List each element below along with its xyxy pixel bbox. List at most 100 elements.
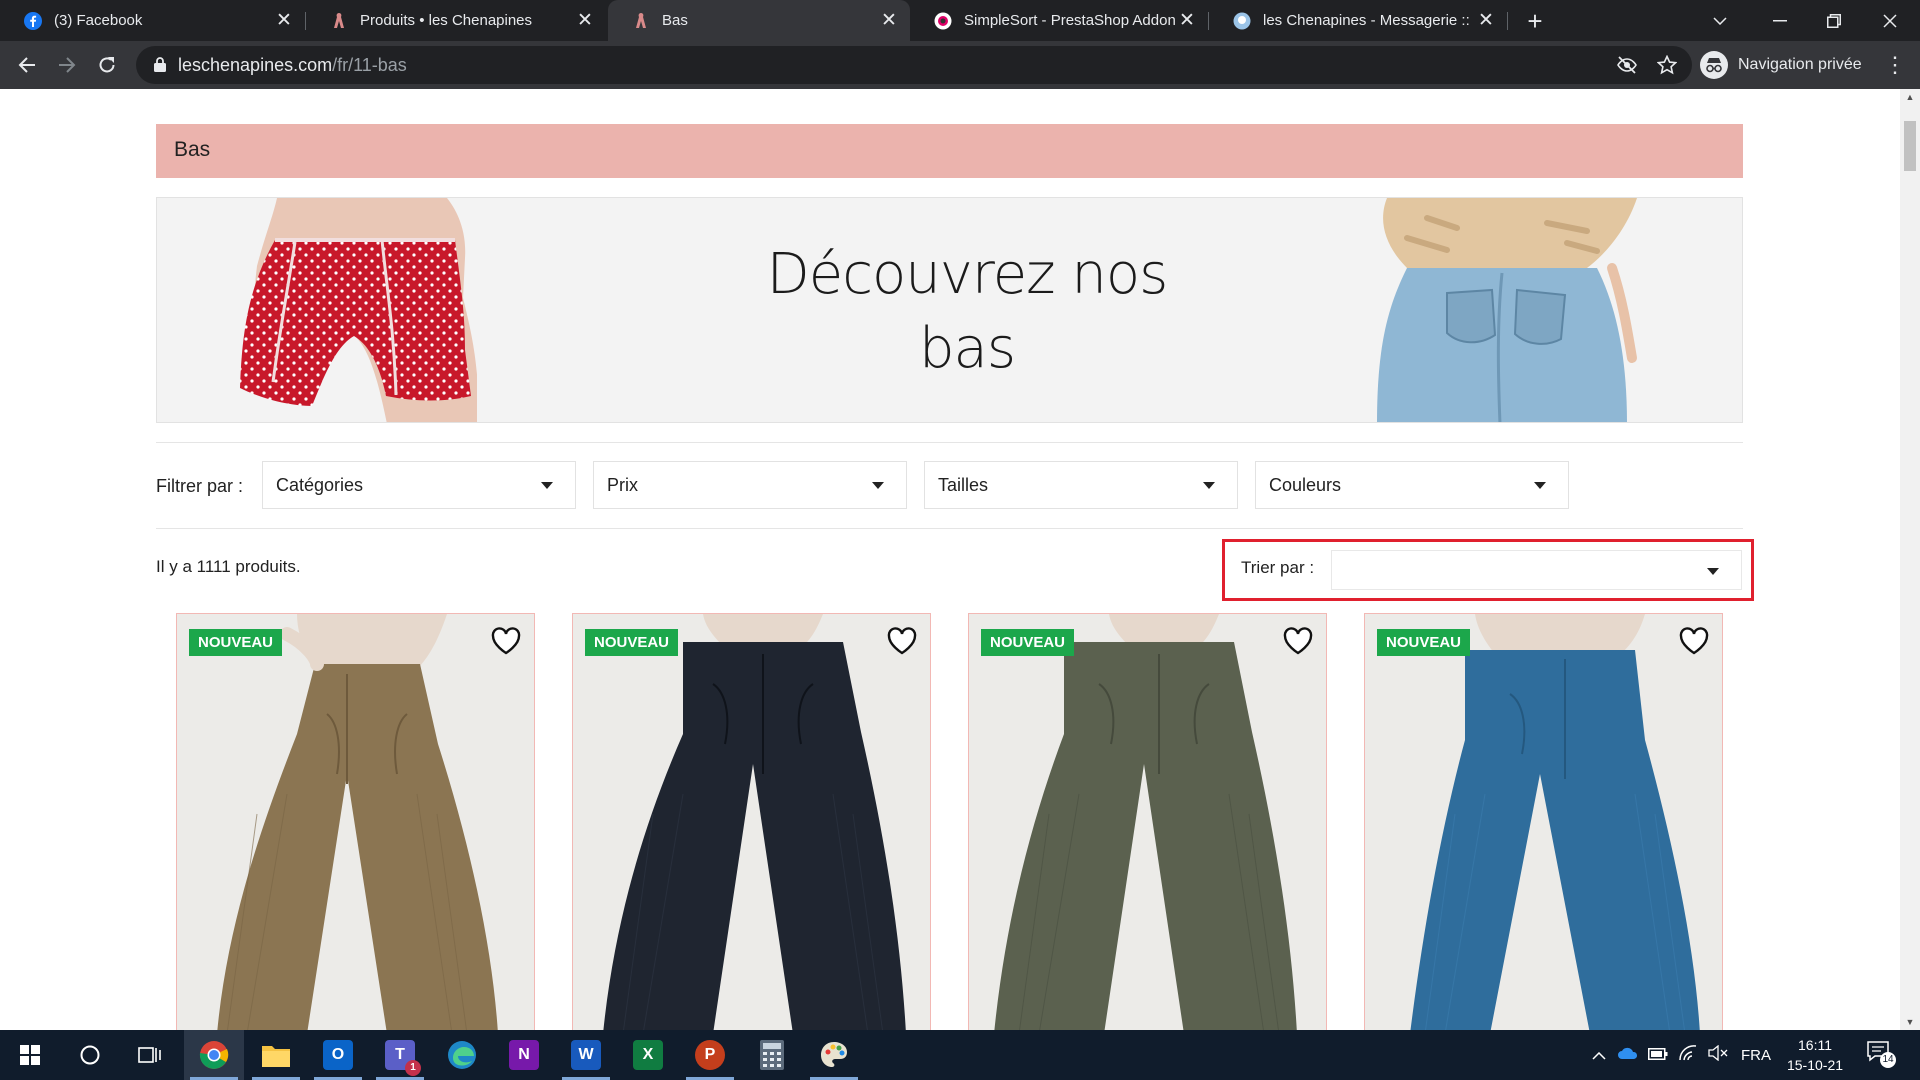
page-scrollbar[interactable]: ▲ ▼ <box>1900 89 1920 1030</box>
filter-tailles-dropdown[interactable]: Tailles <box>924 461 1238 509</box>
system-tray: FRA <box>1585 1030 1779 1080</box>
browser-toolbar: leschenapines.com/fr/11-bas Navigation p… <box>0 41 1920 89</box>
caret-down-icon <box>1534 482 1546 489</box>
banner-headline: Découvrez nos bas <box>697 238 1237 386</box>
clock[interactable]: 16:11 15-10-21 <box>1780 1035 1850 1075</box>
language-indicator[interactable]: FRA <box>1733 1047 1779 1064</box>
clock-date: 15-10-21 <box>1786 1057 1844 1073</box>
file-explorer-icon[interactable] <box>246 1030 306 1080</box>
incognito-label: Navigation privée <box>1738 56 1862 73</box>
close-tab-icon[interactable]: ✕ <box>574 9 596 32</box>
product-card[interactable]: NOUVEAU <box>572 613 931 1033</box>
calculator-icon[interactable] <box>742 1030 802 1080</box>
product-card[interactable]: NOUVEAU <box>968 613 1327 1033</box>
restore-button[interactable] <box>1804 0 1864 41</box>
scroll-down-arrow-icon[interactable]: ▼ <box>1900 1014 1920 1030</box>
red-polka-shorts-image <box>240 198 477 422</box>
outlook-icon[interactable]: O <box>308 1030 368 1080</box>
incognito-icon <box>1700 51 1728 79</box>
address-bar[interactable]: leschenapines.com/fr/11-bas <box>136 46 1692 84</box>
lock-icon[interactable] <box>154 57 166 77</box>
outlook-glyph: O <box>323 1040 353 1070</box>
facebook-icon <box>24 11 42 30</box>
close-tab-icon[interactable]: ✕ <box>273 9 295 32</box>
new-badge: NOUVEAU <box>189 629 283 656</box>
search-circle-icon[interactable] <box>60 1030 120 1080</box>
edge-icon[interactable] <box>432 1030 492 1080</box>
category-title: Bas <box>174 138 211 161</box>
new-tab-button[interactable]: + <box>1520 6 1550 36</box>
tab-produits[interactable]: Produits • les Chenapines ✕ <box>306 0 606 41</box>
category-header: Bas <box>156 124 1743 178</box>
scrollbar-thumb[interactable] <box>1904 121 1916 171</box>
product-image <box>217 614 498 1032</box>
onedrive-cloud-icon[interactable] <box>1613 1046 1643 1064</box>
windows-start-icon[interactable] <box>0 1030 60 1080</box>
screen: (3) Facebook ✕ Produits • les Chenapines… <box>0 0 1920 1080</box>
filter-couleurs-dropdown[interactable]: Couleurs <box>1255 461 1569 509</box>
reload-button[interactable] <box>89 47 125 83</box>
browser-tab-bar: (3) Facebook ✕ Produits • les Chenapines… <box>0 0 1920 41</box>
incognito-indicator[interactable]: Navigation privée <box>1700 47 1862 83</box>
tab-title: les Chenapines - Messagerie :: Bo <box>1263 12 1475 29</box>
filter-prix-dropdown[interactable]: Prix <box>593 461 907 509</box>
divider <box>156 528 1743 529</box>
tab-simplesort[interactable]: SimpleSort - PrestaShop Addons ✕ <box>910 0 1208 41</box>
tab-title: Produits • les Chenapines <box>360 12 533 29</box>
notification-center-icon[interactable]: 14 <box>1866 1040 1900 1070</box>
new-badge: NOUVEAU <box>585 629 679 656</box>
tab-search-chevron-icon[interactable] <box>1690 0 1750 41</box>
scroll-up-arrow-icon[interactable]: ▲ <box>1900 89 1920 105</box>
battery-icon[interactable] <box>1643 1047 1673 1064</box>
filter-label: Filtrer par : <box>156 476 244 496</box>
bookmark-star-icon[interactable] <box>1656 54 1678 76</box>
wishlist-heart-icon[interactable] <box>1282 626 1314 656</box>
powerpoint-glyph: P <box>695 1040 725 1070</box>
forward-button[interactable] <box>49 47 85 83</box>
notification-count: 14 <box>1880 1052 1896 1068</box>
task-view-icon[interactable] <box>120 1030 180 1080</box>
tab-messagerie[interactable]: les Chenapines - Messagerie :: Bo ✕ <box>1209 0 1507 41</box>
close-tab-icon[interactable]: ✕ <box>878 9 900 32</box>
eye-slash-icon[interactable] <box>1616 54 1638 76</box>
jeans-image <box>1377 198 1637 422</box>
chrome-icon[interactable] <box>184 1030 244 1080</box>
excel-icon[interactable]: X <box>618 1030 678 1080</box>
product-card[interactable]: NOUVEAU <box>176 613 535 1033</box>
excel-glyph: X <box>633 1040 663 1070</box>
back-button[interactable] <box>9 47 45 83</box>
product-card[interactable]: NOUVEAU <box>1364 613 1723 1033</box>
caret-down-icon <box>872 482 884 489</box>
wishlist-heart-icon[interactable] <box>490 626 522 656</box>
product-count: Il y a 1111 produits. <box>156 557 301 576</box>
wishlist-heart-icon[interactable] <box>1678 626 1710 656</box>
teams-glyph: T 1 <box>385 1040 421 1076</box>
url-domain: leschenapines.com <box>178 55 333 75</box>
close-window-button[interactable] <box>1860 0 1920 41</box>
tab-separator <box>1507 12 1508 30</box>
show-hidden-icons-chevron-icon[interactable] <box>1585 1047 1613 1064</box>
sort-select[interactable] <box>1331 550 1742 590</box>
tab-facebook[interactable]: (3) Facebook ✕ <box>0 0 305 41</box>
wifi-icon[interactable] <box>1673 1045 1703 1065</box>
chrome-menu-icon[interactable]: ⋮ <box>1880 47 1910 83</box>
onenote-icon[interactable]: N <box>494 1030 554 1080</box>
chenapines-icon <box>632 12 650 30</box>
tab-bas[interactable]: Bas ✕ <box>608 0 910 41</box>
minimize-button[interactable] <box>1750 0 1810 41</box>
word-icon[interactable]: W <box>556 1030 616 1080</box>
new-badge: NOUVEAU <box>981 629 1075 656</box>
windows-taskbar: O T 1 N W X P FRA 16:11 15-10-21 14 <box>0 1030 1920 1080</box>
wishlist-heart-icon[interactable] <box>886 626 918 656</box>
close-tab-icon[interactable]: ✕ <box>1475 9 1497 32</box>
new-badge: NOUVEAU <box>1377 629 1471 656</box>
powerpoint-icon[interactable]: P <box>680 1030 740 1080</box>
filter-categories-dropdown[interactable]: Catégories <box>262 461 576 509</box>
url-text: leschenapines.com/fr/11-bas <box>178 55 407 76</box>
paint-icon[interactable] <box>804 1030 864 1080</box>
volume-muted-icon[interactable] <box>1703 1044 1733 1065</box>
teams-icon[interactable]: T 1 <box>370 1030 430 1080</box>
tab-title: SimpleSort - PrestaShop Addons <box>964 12 1176 29</box>
close-tab-icon[interactable]: ✕ <box>1176 9 1198 32</box>
caret-down-icon <box>1203 482 1215 489</box>
